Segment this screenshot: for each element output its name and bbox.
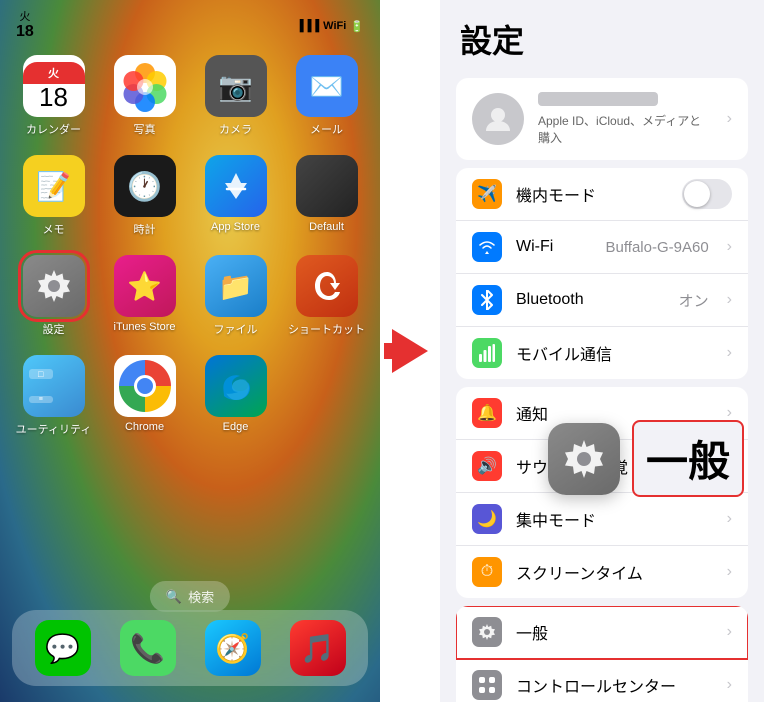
- app-utility[interactable]: □ ≡ ユーティリティ: [12, 355, 95, 437]
- app-settings[interactable]: 設定: [12, 255, 95, 337]
- battery-icon: 🔋: [350, 20, 364, 33]
- dock: 💬 📞 🧭 🎵: [12, 610, 368, 686]
- settings-title: 設定: [460, 16, 744, 62]
- profile-sub: Apple ID、iCloud、メディアと購入: [538, 112, 713, 146]
- focus-icon: 🌙: [472, 504, 502, 534]
- notification-icon: 🔔: [472, 398, 502, 428]
- settings-row-bluetooth[interactable]: Bluetooth オン ›: [456, 274, 748, 327]
- settings-row-focus[interactable]: 🌙 集中モード ›: [456, 493, 748, 546]
- profile-chevron: ›: [727, 110, 732, 128]
- search-bar[interactable]: 🔍 検索: [150, 581, 230, 612]
- arrow-right: [392, 329, 428, 373]
- popup-general-icon: [548, 423, 620, 495]
- airplane-icon: ✈️: [472, 179, 502, 209]
- arrow-container: [380, 0, 440, 702]
- screentime-label: スクリーンタイム: [516, 560, 713, 584]
- settings-panel-wrapper: 設定 Apple ID、iCloud、メディアと購入 ›: [440, 0, 764, 702]
- app-default[interactable]: Default: [285, 155, 368, 237]
- wifi-label: Wi-Fi: [516, 238, 592, 256]
- signal-icon: ▐▐▐: [296, 20, 319, 32]
- focus-chevron: ›: [727, 510, 732, 528]
- screentime-chevron: ›: [727, 563, 732, 581]
- app-itunes[interactable]: ⭐ iTunes Store: [103, 255, 186, 337]
- wifi-value: Buffalo-G-9A60: [606, 239, 709, 256]
- dock-line[interactable]: 💬: [35, 620, 91, 676]
- app-photos[interactable]: 写真: [103, 55, 186, 137]
- search-icon: 🔍: [166, 589, 182, 605]
- settings-header: 設定: [440, 0, 764, 70]
- profile-name-placeholder: [538, 92, 658, 106]
- mobile-label: モバイル通信: [516, 341, 713, 365]
- app-mail[interactable]: ✉️ メール: [285, 55, 368, 137]
- bluetooth-value: オン: [679, 290, 709, 311]
- search-label: 検索: [188, 587, 214, 606]
- controlcenter-icon: [472, 670, 502, 700]
- controlcenter-chevron: ›: [727, 676, 732, 694]
- dock-safari[interactable]: 🧭: [205, 620, 261, 676]
- general-icon: [472, 617, 502, 647]
- status-day-date: 火 18: [16, 11, 34, 41]
- profile-info: Apple ID、iCloud、メディアと購入: [538, 92, 713, 146]
- wifi-icon: [472, 232, 502, 262]
- airplane-label: 機内モード: [516, 182, 668, 206]
- controlcenter-label: コントロールセンター: [516, 673, 713, 697]
- airplane-toggle[interactable]: [682, 179, 732, 209]
- general-chevron: ›: [727, 623, 732, 641]
- general-label: 一般: [516, 620, 713, 644]
- settings-row-general[interactable]: 一般 ›: [456, 606, 748, 659]
- profile-avatar: [472, 93, 524, 145]
- app-edge[interactable]: Edge: [194, 355, 277, 437]
- profile-section[interactable]: Apple ID、iCloud、メディアと購入 ›: [456, 78, 748, 160]
- app-chrome[interactable]: Chrome: [103, 355, 186, 437]
- wifi-chevron: ›: [727, 238, 732, 256]
- settings-row-airplane[interactable]: ✈️ 機内モード: [456, 168, 748, 221]
- screentime-icon: ⏱: [472, 557, 502, 587]
- status-bar: 火 18 ▐▐▐ WiFi 🔋: [0, 0, 380, 44]
- settings-row-mobile[interactable]: モバイル通信 ›: [456, 327, 748, 379]
- app-memo[interactable]: 📝 メモ: [12, 155, 95, 237]
- settings-group-general: 一般 › コントロールセンター ›: [456, 606, 748, 702]
- dock-phone[interactable]: 📞: [120, 620, 176, 676]
- settings-row-wifi[interactable]: Wi-Fi Buffalo-G-9A60 ›: [456, 221, 748, 274]
- dock-music[interactable]: 🎵: [290, 620, 346, 676]
- app-camera[interactable]: 📷 カメラ: [194, 55, 277, 137]
- settings-row-controlcenter[interactable]: コントロールセンター ›: [456, 659, 748, 702]
- app-appstore[interactable]: App Store: [194, 155, 277, 237]
- settings-panel: 設定 Apple ID、iCloud、メディアと購入 ›: [440, 0, 764, 702]
- bluetooth-label: Bluetooth: [516, 291, 665, 309]
- settings-content: Apple ID、iCloud、メディアと購入 › ✈️ 機内モード: [440, 70, 764, 702]
- bluetooth-icon: [472, 285, 502, 315]
- settings-group-connectivity: ✈️ 機内モード Wi-Fi Buffalo-G-9A60 ›: [456, 168, 748, 379]
- popup-general: 一般: [548, 420, 744, 497]
- bluetooth-chevron: ›: [727, 291, 732, 309]
- sound-icon: 🔊: [472, 451, 502, 481]
- app-shortcuts[interactable]: ショートカット: [285, 255, 368, 337]
- focus-label: 集中モード: [516, 507, 713, 531]
- app-calendar[interactable]: 火 18 カレンダー: [12, 55, 95, 137]
- popup-general-label: 一般: [632, 420, 744, 497]
- app-grid: 火 18 カレンダー 写真 📷 カメラ: [0, 55, 380, 437]
- settings-row-screentime[interactable]: ⏱ スクリーンタイム ›: [456, 546, 748, 598]
- iphone-screen: 火 18 ▐▐▐ WiFi 🔋 火 18 カレンダー: [0, 0, 380, 702]
- status-icons: ▐▐▐ WiFi 🔋: [296, 20, 364, 33]
- app-clock[interactable]: 🕐 時計: [103, 155, 186, 237]
- mobile-icon: [472, 338, 502, 368]
- app-files[interactable]: 📁 ファイル: [194, 255, 277, 337]
- wifi-status-icon: WiFi: [323, 20, 346, 32]
- mobile-chevron: ›: [727, 344, 732, 362]
